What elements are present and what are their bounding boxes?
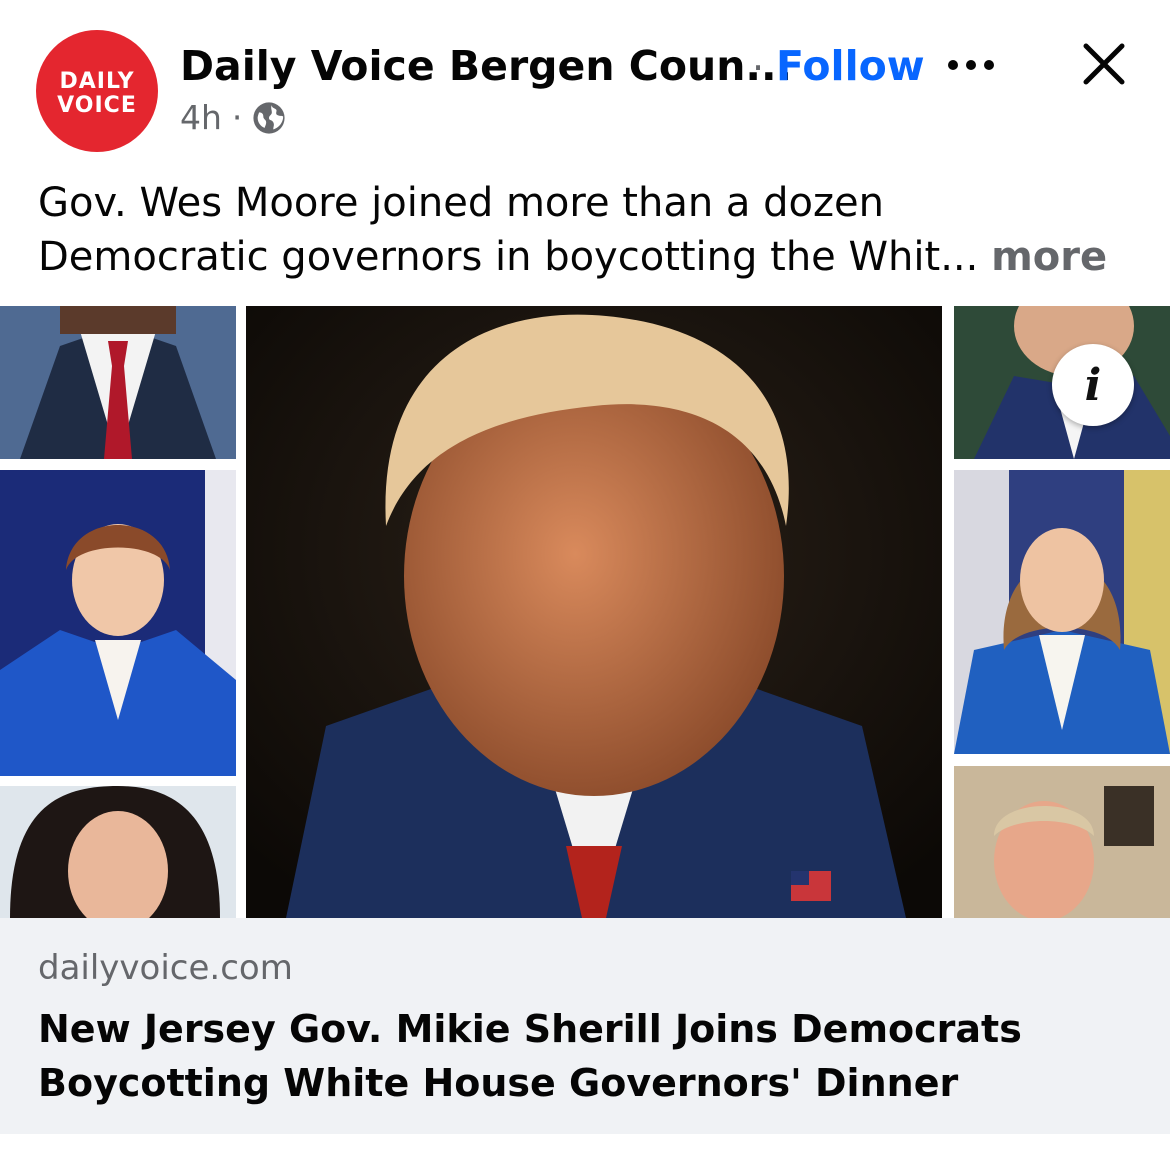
post-timestamp[interactable]: 4h: [180, 98, 222, 137]
photo-tile-right-middle: [954, 470, 1170, 754]
info-button[interactable]: i: [1052, 344, 1134, 426]
post-header: DAILY VOICE Daily Voice Bergen Coun... ·…: [0, 0, 1170, 160]
avatar-text-line2: VOICE: [57, 93, 137, 118]
portrait-woman-blue: [0, 470, 236, 776]
globe-icon: [253, 101, 286, 134]
follow-button[interactable]: Follow: [776, 42, 925, 90]
caption-line-2-text: Democratic governors in boycotting the W…: [38, 234, 979, 280]
suit-figure: [0, 306, 236, 459]
photo-collage[interactable]: [0, 306, 1170, 918]
photo-tile-center-main: [246, 306, 942, 918]
page-name-link[interactable]: Daily Voice Bergen Coun...: [180, 42, 792, 90]
page-avatar[interactable]: DAILY VOICE: [36, 30, 158, 152]
caption-line-1: Gov. Wes Moore joined more than a dozen: [38, 180, 884, 226]
portrait-woman-right: [954, 470, 1170, 754]
meta-separator: ·: [231, 98, 243, 137]
post-caption: Gov. Wes Moore joined more than a dozen …: [38, 176, 1138, 284]
photo-tile-right-bottom: [954, 766, 1170, 918]
avatar-text-line1: DAILY: [59, 69, 135, 94]
see-more-link[interactable]: more: [991, 234, 1107, 280]
photo-tile-left-middle: [0, 470, 236, 776]
caption-line-2: Democratic governors in boycotting the W…: [38, 230, 1138, 284]
ellipsis-icon: [948, 60, 994, 70]
photo-tile-left-bottom: [0, 786, 236, 918]
info-icon: i: [1084, 359, 1102, 411]
post-meta: 4h ·: [180, 98, 286, 137]
more-options-button[interactable]: [945, 40, 997, 85]
portrait-woman-dark-hair: [0, 786, 236, 918]
photo-tile-left-top: [0, 306, 236, 459]
name-separator: ·: [752, 46, 765, 90]
portrait-man-center: [246, 306, 942, 918]
portrait-man-right-bottom: [954, 766, 1170, 918]
link-domain: dailyvoice.com: [38, 948, 293, 988]
link-headline[interactable]: New Jersey Gov. Mikie Sherill Joins Demo…: [38, 1002, 1138, 1110]
close-icon[interactable]: [1080, 40, 1128, 88]
